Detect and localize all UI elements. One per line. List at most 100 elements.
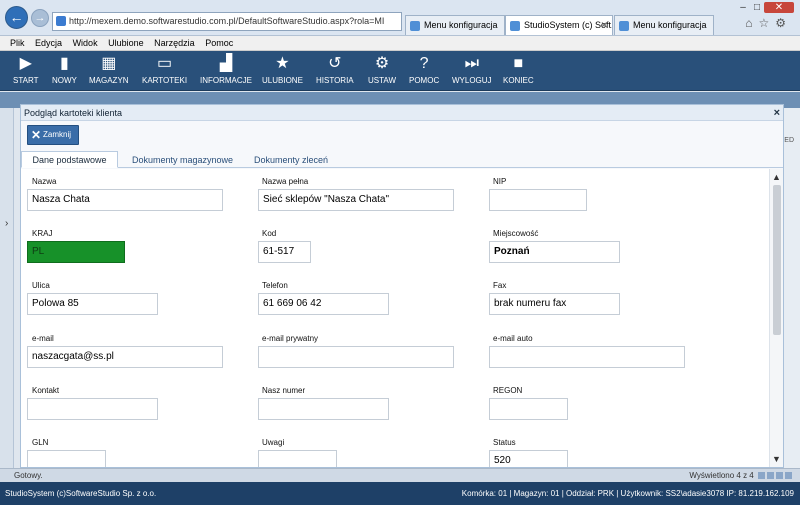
gln-field[interactable]	[27, 450, 106, 467]
new-doc-icon: ▮	[60, 55, 69, 72]
email-field[interactable]: naszacgata@ss.pl	[27, 346, 223, 368]
uwagi-field[interactable]	[258, 450, 337, 467]
refresh-icon[interactable]	[767, 472, 774, 480]
email-prywatny-field[interactable]	[258, 346, 454, 368]
minimize-icon[interactable]: –	[736, 2, 750, 13]
email-label: e-mail	[32, 334, 54, 343]
ulica-label: Ulica	[32, 281, 50, 290]
tab-label: Dokumenty zleceń	[253, 155, 329, 165]
toolbar-label: POMOC	[409, 76, 440, 85]
tab-dokumenty-magazynowe[interactable]: Dokumenty magazynowe	[123, 151, 242, 168]
nazwa-field[interactable]: Nasza Chata	[27, 189, 223, 211]
ulica-field[interactable]: Polowa 85	[27, 293, 158, 315]
settings-icon[interactable]	[785, 472, 792, 480]
kontakt-label: Kontakt	[32, 386, 60, 395]
menu-narzedzia[interactable]: Narzędzia	[154, 38, 195, 48]
status-field[interactable]: 520	[489, 450, 568, 467]
uwagi-label: Uwagi	[262, 438, 285, 447]
back-button[interactable]: ←	[5, 6, 28, 29]
pager: Wyświetlono 4 z 4	[689, 469, 792, 482]
toolbar-pomoc-button[interactable]: ? POMOC	[409, 54, 439, 85]
toolbar-nowy-button[interactable]: ▮ NOWY	[52, 54, 77, 85]
kod-label: Kod	[262, 229, 277, 238]
toolbar-label: KONIEC	[503, 76, 534, 85]
favorites-star-icon[interactable]: ☆	[758, 16, 775, 30]
form-scrollbar[interactable]: ▲ ▼	[769, 169, 783, 467]
toolbar-kartoteki-button[interactable]: ▭ KARTOTEKI	[142, 54, 187, 85]
toolbar-historia-button[interactable]: ↺ HISTORIA	[316, 54, 354, 85]
history-icon: ↺	[328, 55, 342, 72]
company-text: StudioSystem (c)SoftwareStudio Sp. z o.o…	[5, 489, 157, 498]
browser-tools: ⌂☆⚙	[745, 16, 792, 30]
nasz-numer-field[interactable]	[258, 398, 389, 420]
toolbar-label: NOWY	[52, 76, 77, 85]
regon-field[interactable]	[489, 398, 568, 420]
expand-arrow-icon[interactable]: ›	[5, 218, 8, 229]
scroll-up-icon[interactable]: ▲	[772, 172, 781, 182]
toolbar-label: START	[13, 76, 39, 85]
nazwa-pelna-field[interactable]: Sieć sklepów "Nasza Chata"	[258, 189, 454, 211]
dialog-title-bar: Podgląd kartoteki klienta ×	[21, 105, 783, 121]
nasz-numer-label: Nasz numer	[262, 386, 306, 395]
browser-tab-3[interactable]: Menu konfiguracja	[614, 15, 714, 35]
window-controls: – □ ✕	[736, 2, 794, 13]
client-card-dialog: Podgląd kartoteki klienta × ✕ Zamknij Da…	[20, 104, 784, 468]
toolbar-start-button[interactable]: ▶ START	[13, 54, 38, 85]
miejscowosc-label: Miejscowość	[493, 229, 539, 238]
address-bar[interactable]: http://mexem.demo.softwarestudio.com.pl/…	[52, 12, 402, 31]
menu-edycja[interactable]: Edycja	[35, 38, 62, 48]
menu-ulubione[interactable]: Ulubione	[108, 38, 144, 48]
export-icon[interactable]	[758, 472, 765, 480]
toolbar-ulubione-button[interactable]: ★ ULUBIONE	[262, 54, 303, 85]
toolbar-label: USTAW	[368, 76, 396, 85]
address-text: http://mexem.demo.softwarestudio.com.pl/…	[69, 16, 385, 26]
nip-field[interactable]	[489, 189, 587, 211]
pager-text: Wyświetlono 4 z 4	[689, 471, 754, 480]
email-auto-field[interactable]	[489, 346, 685, 368]
settings-gear-icon[interactable]: ⚙	[775, 16, 792, 30]
close-button[interactable]: ✕ Zamknij	[27, 125, 79, 145]
fax-field[interactable]: brak numeru fax	[489, 293, 620, 315]
browser-tab-1[interactable]: Menu konfiguracja	[405, 15, 505, 35]
kontakt-field[interactable]	[27, 398, 158, 420]
menu-widok[interactable]: Widok	[73, 38, 98, 48]
tab-dokumenty-zlecen[interactable]: Dokumenty zleceń	[247, 151, 335, 168]
miejscowosc-field[interactable]: Poznań	[489, 241, 620, 263]
forward-button[interactable]: →	[31, 9, 49, 27]
tab-label: Dokumenty magazynowe	[131, 155, 234, 165]
end-icon: ■	[513, 55, 524, 72]
browser-tab-2[interactable]: StudioSystem (c) Soft... ✕	[505, 15, 613, 35]
kraj-label: KRAJ	[32, 229, 53, 238]
toolbar-label: ULUBIONE	[262, 76, 303, 85]
tab-dane-podstawowe[interactable]: Dane podstawowe	[21, 151, 118, 168]
toolbar-wyloguj-button[interactable]: ⏭ WYLOGUJ	[452, 54, 492, 85]
menu-pomoc[interactable]: Pomoc	[205, 38, 233, 48]
scroll-down-icon[interactable]: ▼	[772, 454, 781, 464]
toolbar-label: MAGAZYN	[89, 76, 129, 85]
close-tab-icon[interactable]: ✕	[600, 16, 608, 35]
page-icon	[510, 21, 520, 31]
tab-label: Dane podstawowe	[32, 155, 107, 165]
nazwa-pelna-label: Nazwa pełna	[262, 177, 309, 186]
toolbar-ustaw-button[interactable]: ⚙ USTAW	[368, 54, 396, 85]
menu-plik[interactable]: Plik	[10, 38, 25, 48]
kraj-field[interactable]: PL	[27, 241, 125, 263]
browser-menu-bar: Plik Edycja Widok Ulubione Narzędzia Pom…	[0, 36, 800, 51]
toolbar-informacje-button[interactable]: ▟ INFORMACJE	[200, 54, 252, 85]
telefon-field[interactable]: 61 669 06 42	[258, 293, 389, 315]
toolbar-magazyn-button[interactable]: ▦ MAGAZYN	[89, 54, 129, 85]
dialog-close-icon[interactable]: ×	[774, 105, 780, 121]
chart-icon: ▟	[219, 55, 233, 72]
toolbar-koniec-button[interactable]: ■ KONIEC	[503, 54, 534, 85]
home-icon[interactable]: ⌂	[745, 16, 758, 30]
toolbar-label: HISTORIA	[316, 76, 354, 85]
maximize-icon[interactable]: □	[750, 2, 764, 13]
kod-field[interactable]: 61-517	[258, 241, 311, 263]
status-label: Status	[493, 438, 516, 447]
close-window-icon[interactable]: ✕	[764, 2, 794, 13]
ready-text: Gotowy.	[14, 471, 43, 480]
page-icon	[619, 21, 629, 31]
scroll-thumb[interactable]	[773, 185, 781, 335]
telefon-label: Telefon	[262, 281, 288, 290]
print-icon[interactable]	[776, 472, 783, 480]
